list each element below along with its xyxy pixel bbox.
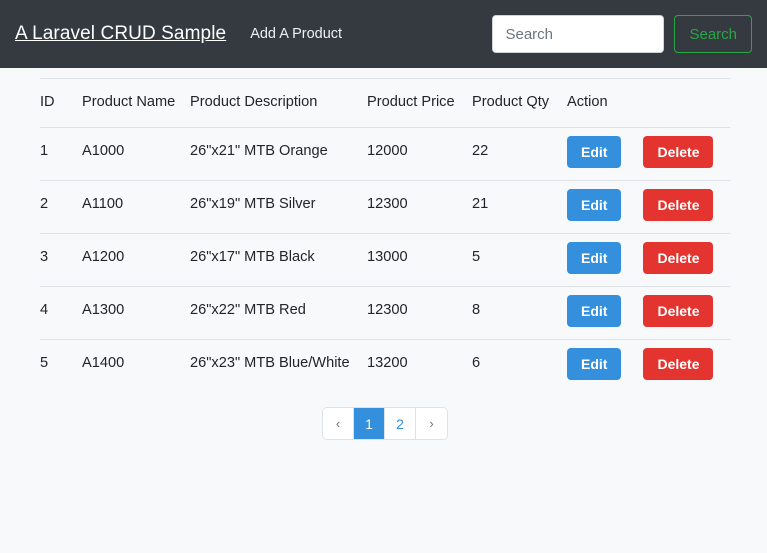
navbar-links: Add A Product	[248, 22, 344, 46]
cell-product-description: 26"x22" MTB Red	[190, 286, 367, 340]
cell-product-price: 13000	[367, 233, 472, 287]
edit-button[interactable]: Edit	[567, 348, 622, 380]
delete-button[interactable]: Delete	[643, 136, 714, 168]
cell-product-price: 12300	[367, 286, 472, 340]
pagination-prev[interactable]: ‹	[323, 408, 354, 439]
cell-product-qty: 22	[472, 127, 567, 181]
cell-product-name: A1100	[82, 180, 190, 234]
navbar-brand[interactable]: A Laravel CRUD Sample	[15, 23, 226, 45]
column-header-product-description: Product Description	[190, 78, 367, 128]
cell-product-name: A1400	[82, 339, 190, 392]
column-header-action: Action	[567, 78, 730, 128]
edit-button[interactable]: Edit	[567, 189, 622, 221]
cell-product-price: 13200	[367, 339, 472, 392]
edit-button[interactable]: Edit	[567, 136, 622, 168]
navbar-search-form: Search	[492, 15, 752, 53]
column-header-product-name: Product Name	[82, 78, 190, 128]
column-header-product-qty: Product Qty	[472, 78, 567, 128]
cell-action: Edit Delete	[567, 233, 730, 287]
cell-id: 2	[40, 180, 82, 234]
search-button[interactable]: Search	[674, 15, 752, 53]
pagination-page-2[interactable]: 2	[385, 408, 416, 439]
cell-product-qty: 21	[472, 180, 567, 234]
cell-product-price: 12300	[367, 180, 472, 234]
cell-id: 1	[40, 127, 82, 181]
product-table: ID Product Name Product Description Prod…	[40, 78, 730, 392]
cell-product-qty: 5	[472, 233, 567, 287]
cell-product-description: 26"x21" MTB Orange	[190, 127, 367, 181]
cell-product-name: A1000	[82, 127, 190, 181]
cell-product-name: A1300	[82, 286, 190, 340]
cell-action: Edit Delete	[567, 286, 730, 340]
cell-action: Edit Delete	[567, 180, 730, 234]
delete-button[interactable]: Delete	[643, 189, 714, 221]
product-table-body: 1 A1000 26"x21" MTB Orange 12000 22 Edit Delet…	[40, 127, 730, 392]
column-header-product-price: Product Price	[367, 78, 472, 128]
table-row: 1 A1000 26"x21" MTB Orange 12000 22 Edit Delet…	[40, 127, 730, 181]
pagination-next[interactable]: ›	[416, 408, 447, 439]
navbar: A Laravel CRUD Sample Add A Product Sear…	[0, 0, 767, 68]
edit-button[interactable]: Edit	[567, 295, 622, 327]
search-input[interactable]	[492, 15, 665, 53]
nav-link-add-a-product[interactable]: Add A Product	[248, 22, 344, 46]
cell-id: 4	[40, 286, 82, 340]
edit-button[interactable]: Edit	[567, 242, 622, 274]
delete-button[interactable]: Delete	[643, 348, 714, 380]
pagination: ‹ 1 2 ›	[323, 408, 447, 439]
delete-button[interactable]: Delete	[643, 295, 714, 327]
cell-product-qty: 6	[472, 339, 567, 392]
pagination-page-1[interactable]: 1	[354, 408, 385, 439]
table-header-row: ID Product Name Product Description Prod…	[40, 78, 730, 128]
cell-product-qty: 8	[472, 286, 567, 340]
pagination-wrapper: ‹ 1 2 ›	[40, 408, 730, 439]
cell-product-description: 26"x17" MTB Black	[190, 233, 367, 287]
main-container: ID Product Name Product Description Prod…	[0, 68, 767, 439]
cell-product-price: 12000	[367, 127, 472, 181]
table-row: 2 A1100 26"x19" MTB Silver 12300 21 Edit Delet…	[40, 180, 730, 234]
delete-button[interactable]: Delete	[643, 242, 714, 274]
table-row: 4 A1300 26"x22" MTB Red 12300 8 Edit Delete	[40, 286, 730, 340]
table-row: 5 A1400 26"x23" MTB Blue/White 13200 6 Edit De…	[40, 339, 730, 392]
cell-action: Edit Delete	[567, 127, 730, 181]
cell-id: 3	[40, 233, 82, 287]
column-header-id: ID	[40, 78, 82, 128]
cell-action: Edit Delete	[567, 339, 730, 392]
cell-product-description: 26"x23" MTB Blue/White	[190, 339, 367, 392]
cell-product-description: 26"x19" MTB Silver	[190, 180, 367, 234]
cell-product-name: A1200	[82, 233, 190, 287]
cell-id: 5	[40, 339, 82, 392]
table-row: 3 A1200 26"x17" MTB Black 13000 5 Edit Delete	[40, 233, 730, 287]
product-table-head: ID Product Name Product Description Prod…	[40, 78, 730, 128]
